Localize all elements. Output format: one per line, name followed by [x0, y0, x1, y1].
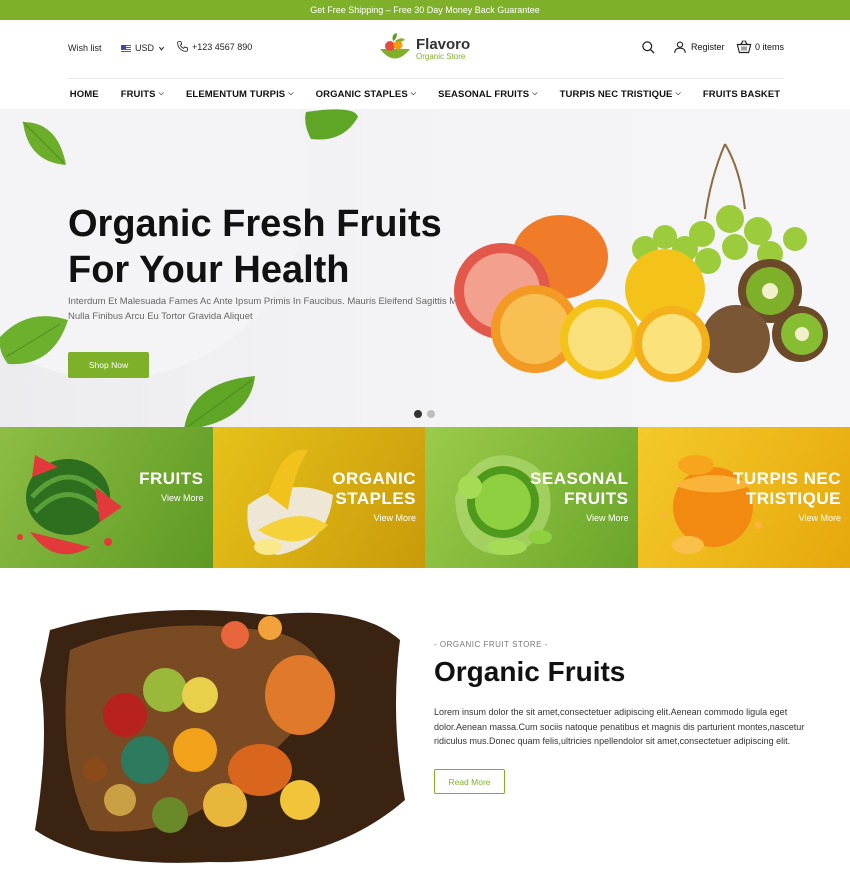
- tile-title: TURPIS NEC TRISTIQUE: [733, 469, 841, 509]
- search-button[interactable]: [641, 40, 656, 60]
- fruit-bowl-logo-icon: [380, 33, 410, 59]
- nav-label: HOME: [69, 88, 99, 100]
- chevron-down-icon: [158, 46, 165, 51]
- view-more-link[interactable]: View More: [161, 493, 203, 503]
- tile-title-line: TRISTIQUE: [745, 489, 841, 508]
- category-tile-seasonal-fruits[interactable]: SEASONAL FRUITS View More: [425, 427, 638, 568]
- view-more-link[interactable]: View More: [799, 513, 841, 523]
- banana-milk-image: [246, 449, 333, 555]
- nav-item-elementum-turpis[interactable]: ELEMENTUM TURPIS ⌵: [175, 89, 305, 100]
- hero-description-line: Interdum Et Malesuada Fames Ac Ante Ipsu…: [68, 296, 469, 307]
- tile-title-line: TURPIS NEC: [733, 469, 841, 488]
- nav-label: ELEMENTUM TURPIS: [186, 88, 286, 100]
- read-more-button[interactable]: Read More: [434, 769, 505, 794]
- chevron-down-icon: ⌵: [288, 90, 294, 97]
- promo-bar: Get Free Shipping – Free 30 Day Money Ba…: [0, 0, 850, 20]
- watermelon-image: [17, 455, 122, 555]
- hero-description-line: Nulla Finibus Arcu Eu Tortor Gravida Ali…: [68, 311, 253, 322]
- basil-leaf-illustration: [305, 109, 358, 140]
- section-kicker: - ORGANIC FRUIT STORE -: [434, 640, 548, 649]
- shop-now-button[interactable]: Shop Now: [68, 352, 149, 378]
- chevron-down-icon: ⌵: [158, 90, 164, 97]
- user-icon: [674, 41, 686, 53]
- phone-contact[interactable]: +123 4567 890: [176, 40, 252, 53]
- category-tile-organic-staples[interactable]: ORGANIC STAPLES View More: [212, 427, 425, 568]
- view-more-link[interactable]: View More: [374, 513, 416, 523]
- tile-title: SEASONAL FRUITS: [530, 469, 628, 509]
- logo-text: Flavoro Organic Store: [416, 37, 470, 62]
- basil-leaf-illustration: [22, 121, 66, 165]
- site-logo[interactable]: Flavoro Organic Store: [378, 32, 470, 66]
- tile-title: ORGANIC STAPLES: [332, 469, 416, 509]
- tile-title-line: FRUITS: [564, 489, 629, 508]
- basket-icon: [736, 40, 752, 54]
- view-more-link[interactable]: View More: [586, 513, 628, 523]
- currency-label: USD: [135, 43, 155, 53]
- site-header: Wish list USD +123 4567 890 Flavoro Orga…: [0, 20, 850, 79]
- hero-title: Organic Fresh Fruits For Your Health: [68, 201, 488, 293]
- category-tile-turpis-nec-tristique[interactable]: TURPIS NEC TRISTIQUE View More: [637, 427, 850, 568]
- fruit-pile-image: [454, 143, 828, 382]
- tile-title-line: FRUITS: [139, 469, 204, 488]
- nav-label: SEASONAL FRUITS: [438, 88, 530, 100]
- tile-title-line: SEASONAL: [530, 469, 629, 488]
- slider-dot-active[interactable]: [414, 410, 422, 418]
- basil-leaf-illustration: [184, 376, 255, 427]
- category-tile-fruits[interactable]: FRUITS View More: [0, 427, 213, 568]
- nav-item-fruits[interactable]: FRUITS ⌵: [110, 89, 175, 100]
- phone-number: +123 4567 890: [192, 41, 253, 52]
- nav-label: ORGANIC STAPLES: [315, 88, 408, 100]
- cornucopia-basket-image: [35, 610, 405, 863]
- section-description: Lorem insum dolor the sit amet,consectet…: [434, 707, 805, 746]
- section-title: Organic Fruits: [434, 656, 626, 687]
- hero-title-line: Organic Fresh Fruits: [68, 203, 442, 245]
- search-icon: [642, 41, 655, 54]
- wishlist-link[interactable]: Wish list: [68, 43, 102, 53]
- register-link[interactable]: Register: [673, 40, 725, 54]
- main-navigation: HOME FRUITS ⌵ ELEMENTUM TURPIS ⌵ ORGANIC S…: [0, 79, 850, 109]
- nav-label: TURPIS NEC TRISTIQUE: [559, 88, 673, 100]
- tile-title-line: STAPLES: [335, 489, 416, 508]
- nav-label: FRUITS: [120, 88, 156, 100]
- phone-icon: [177, 41, 188, 52]
- nav-label: FRUITS BASKET: [702, 88, 781, 100]
- logo-tagline: Organic Store: [416, 51, 466, 61]
- cart-button[interactable]: 0 items: [736, 39, 784, 54]
- slider-dot[interactable]: [427, 410, 435, 418]
- us-flag-icon: [121, 44, 131, 52]
- hero-title-line: For Your Health: [68, 249, 350, 291]
- logo-name: Flavoro: [416, 35, 471, 53]
- currency-selector[interactable]: USD: [121, 43, 165, 53]
- chevron-down-icon: ⌵: [675, 90, 681, 97]
- tile-title-line: ORGANIC: [332, 469, 416, 488]
- category-tiles: FRUITS View More ORGANIC STAPLES View Mor…: [0, 427, 850, 568]
- hero-slider: Organic Fresh Fruits For Your Health Int…: [0, 109, 850, 427]
- nav-item-turpis-nec-tristique[interactable]: TURPIS NEC TRISTIQUE ⌵: [549, 89, 692, 100]
- chevron-down-icon: ⌵: [410, 90, 417, 97]
- slider-pagination: [414, 410, 435, 418]
- nav-item-fruits-basket[interactable]: FRUITS BASKET: [692, 89, 791, 100]
- nav-item-organic-staples[interactable]: ORGANIC STAPLES ⌵: [305, 89, 428, 100]
- chevron-down-icon: ⌵: [532, 90, 538, 97]
- basil-leaf-illustration: [0, 316, 68, 365]
- tile-title: FRUITS: [139, 469, 203, 489]
- hero-description: Interdum Et Malesuada Fames Ac Ante Ipsu…: [68, 294, 478, 324]
- nav-item-seasonal-fruits[interactable]: SEASONAL FRUITS ⌵: [427, 89, 548, 100]
- register-label: Register: [691, 42, 725, 52]
- nav-item-home[interactable]: HOME: [59, 89, 110, 100]
- promo-text: Get Free Shipping – Free 30 Day Money Ba…: [310, 5, 540, 15]
- cart-count: 0 items: [755, 41, 785, 52]
